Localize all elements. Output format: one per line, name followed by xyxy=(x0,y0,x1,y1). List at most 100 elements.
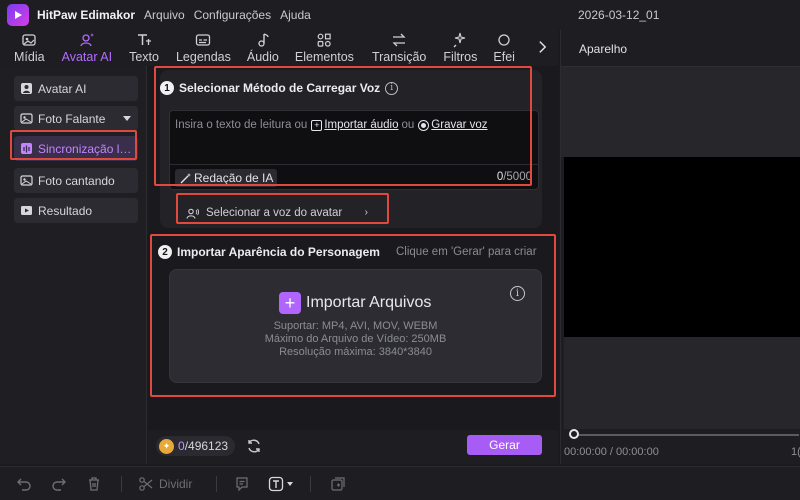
toolbar-divider xyxy=(216,476,217,492)
import-files-dropzone[interactable]: + Importar Arquivos i Suportar: MP4, AVI… xyxy=(169,269,542,383)
step1-card: 1 Selecionar Método de Carregar Voz i In… xyxy=(160,70,542,228)
comment-button[interactable] xyxy=(234,475,250,493)
split-label: Dividir xyxy=(159,477,193,491)
playback-scrubber-handle[interactable] xyxy=(569,429,579,439)
generate-button[interactable]: Gerar xyxy=(467,435,542,455)
app-logo-icon xyxy=(7,4,29,26)
credits-total: /496123 xyxy=(184,439,229,453)
tab-texto[interactable]: Texto xyxy=(129,30,159,66)
project-name: 2026-03-12_01 xyxy=(578,8,660,22)
sidebar-item-resultado[interactable]: Resultado xyxy=(14,198,138,223)
undo-button[interactable] xyxy=(16,475,32,493)
select-avatar-voice-button[interactable]: Selecionar a voz do avatar › xyxy=(180,201,380,225)
avatar-icon xyxy=(19,82,33,96)
scissors-icon xyxy=(139,477,153,491)
add-layer-button[interactable] xyxy=(330,475,346,493)
textbox-placeholder: Insira o texto de leitura ou + Importar … xyxy=(175,119,488,131)
import-audio-link[interactable]: Importar áudio xyxy=(324,119,398,131)
script-textbox[interactable]: Insira o texto de leitura ou + Importar … xyxy=(169,110,539,190)
delete-button[interactable] xyxy=(86,475,102,493)
step2-title: 2 Importar Aparência do Personagem xyxy=(158,245,380,259)
tab-transicao[interactable]: Transição xyxy=(372,30,426,66)
subtitles-icon xyxy=(194,32,212,48)
step1-badge: 1 xyxy=(160,81,174,95)
chevron-right-icon xyxy=(538,41,546,53)
preview-panel: Aparelho 00:00:00 / 00:00:00 1( xyxy=(560,30,800,464)
comment-icon xyxy=(236,477,248,492)
credits-badge: ✦ 0 /496123 xyxy=(156,436,236,456)
toolbar-tabs: Mídia Avatar AI Texto Legendas Áudio Ele… xyxy=(0,30,558,66)
tab-avatar-ai[interactable]: Avatar AI xyxy=(62,30,112,66)
photo-talk-icon xyxy=(19,112,33,126)
voice-user-icon xyxy=(186,208,199,219)
playback-time: 00:00:00 / 00:00:00 xyxy=(564,446,659,458)
media-icon xyxy=(20,32,38,48)
import-files-label: Importar Arquivos xyxy=(306,294,432,311)
menu-configuracoes[interactable]: Configurações xyxy=(194,8,271,22)
redo-button[interactable] xyxy=(51,475,67,493)
trash-icon xyxy=(89,477,99,491)
menu-ajuda[interactable]: Ajuda xyxy=(280,8,311,22)
caret-down-icon xyxy=(123,116,131,121)
tab-label: Mídia xyxy=(14,50,45,64)
sidebar-item-foto-cantando[interactable]: Foto cantando xyxy=(14,168,138,193)
step2-title-text: Importar Aparência do Personagem xyxy=(177,245,380,259)
info-icon[interactable]: i xyxy=(385,81,399,95)
sidebar-item-foto-falante[interactable]: Foto Falante xyxy=(14,106,138,131)
step1-title-text: Selecionar Método de Carregar Voz xyxy=(179,81,381,95)
tab-filtros[interactable]: Filtros xyxy=(443,30,477,66)
redo-icon xyxy=(52,478,66,491)
plus-icon: + xyxy=(279,292,301,314)
import-audio-icon: + xyxy=(311,119,323,131)
record-voice-link[interactable]: Gravar voz xyxy=(431,119,487,131)
tab-label: Áudio xyxy=(246,50,279,64)
textbox-footer: Redação de IA 0/5000 xyxy=(170,164,538,189)
tab-label: Filtros xyxy=(443,50,478,64)
ai-writing-button[interactable]: Redação de IA xyxy=(175,169,278,187)
tabs-scroll-right-button[interactable] xyxy=(532,36,552,58)
menu-arquivo[interactable]: Arquivo xyxy=(144,8,185,22)
tab-label: Efei xyxy=(493,50,515,64)
tab-label: Texto xyxy=(129,50,159,64)
title-bar: HitPaw Edimakor Arquivo Configurações Aj… xyxy=(0,0,800,30)
sidebar-item-sincronizacao-labial[interactable]: Sincronização labial xyxy=(14,136,138,161)
effects-icon xyxy=(495,32,513,48)
undo-icon xyxy=(17,478,31,491)
max-file-size: Máximo do Arquivo de Vídeo: 250MB xyxy=(264,333,447,345)
refresh-icon[interactable] xyxy=(246,438,262,454)
tab-efeitos[interactable]: Efei xyxy=(493,30,515,66)
avatar-ai-icon xyxy=(78,32,96,48)
tab-label: Elementos xyxy=(294,50,354,64)
avatar-sidebar: Avatar AI Foto Falante Sincronização lab… xyxy=(0,66,147,464)
video-preview[interactable] xyxy=(564,157,800,337)
max-resolution: Resolução máxima: 3840*3840 xyxy=(279,346,432,358)
sidebar-item-avatar-ai[interactable]: Avatar AI xyxy=(14,76,138,101)
coin-icon: ✦ xyxy=(159,438,174,454)
record-icon xyxy=(418,119,430,131)
timeline-toolbar: Dividir xyxy=(0,466,800,500)
transition-icon xyxy=(390,32,408,48)
playback-progress-bar[interactable] xyxy=(574,434,799,436)
tab-midia[interactable]: Mídia xyxy=(14,30,45,66)
toolbar-divider xyxy=(310,476,311,492)
tab-elementos[interactable]: Elementos xyxy=(295,30,354,66)
ai-writing-label: Redação de IA xyxy=(194,171,274,185)
preview-title: Aparelho xyxy=(579,42,628,56)
tab-audio[interactable]: Áudio xyxy=(247,30,279,66)
tab-legendas[interactable]: Legendas xyxy=(176,30,231,66)
tab-label: Transição xyxy=(371,50,427,64)
add-layer-icon xyxy=(331,477,345,491)
supported-formats: Suportar: MP4, AVI, MOV, WEBM xyxy=(273,320,438,332)
split-button[interactable]: Dividir xyxy=(138,475,192,493)
step1-title: 1 Selecionar Método de Carregar Voz i xyxy=(160,81,399,95)
step2-badge: 2 xyxy=(158,245,172,259)
text-icon xyxy=(135,32,153,48)
caret-down-icon xyxy=(287,482,293,486)
generate-hint: Clique em 'Gerar' para criar xyxy=(396,246,537,258)
info-icon[interactable]: i xyxy=(510,286,525,301)
preview-top-area xyxy=(561,67,800,157)
text-box-icon xyxy=(268,476,284,492)
char-counter: 0/5000 xyxy=(497,171,532,183)
app-name: HitPaw Edimakor xyxy=(37,8,136,22)
text-template-dropdown[interactable] xyxy=(268,475,293,493)
